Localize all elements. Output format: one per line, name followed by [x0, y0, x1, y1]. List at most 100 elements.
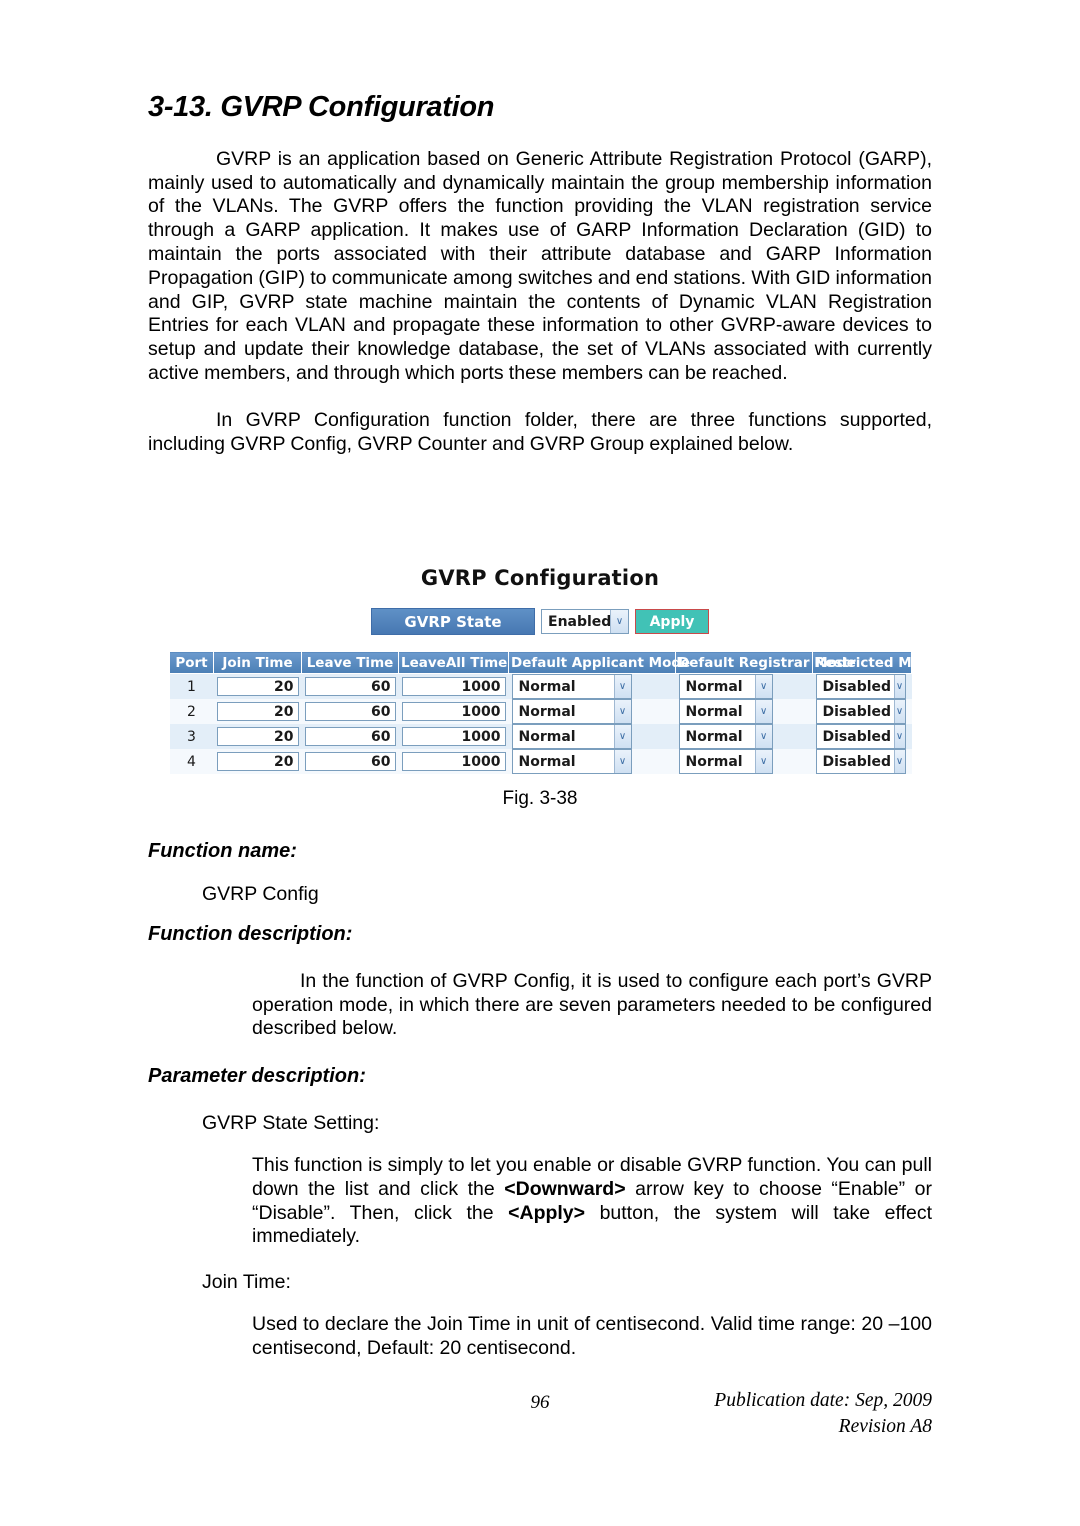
publication-block: Publication date: Sep, 2009 Revision A8 — [714, 1388, 932, 1440]
page-title: 3-13. GVRP Configuration — [148, 91, 495, 123]
document-content: 3-13. GVRP Configuration GVRP is an appl… — [148, 0, 932, 456]
restricted-mode-select[interactable]: Disabled ∨ — [815, 749, 906, 774]
parameter-description-heading: Parameter description: — [148, 1065, 366, 1088]
restricted-mode-select[interactable]: Disabled ∨ — [815, 674, 906, 699]
join-time-input[interactable]: 20 — [216, 752, 299, 771]
column-header-restricted-mode: Restricted Mode — [812, 651, 940, 674]
param-gvrp-state-text: This function is simply to let you enabl… — [148, 1136, 932, 1249]
leave-time-input[interactable]: 60 — [304, 752, 396, 771]
apply-button[interactable]: Apply — [635, 609, 709, 634]
chevron-down-icon: ∨ — [610, 610, 628, 633]
leave-time-input[interactable]: 60 — [304, 702, 396, 721]
restricted-mode-cell: Disabled ∨ — [812, 724, 912, 749]
leave-time-input[interactable]: 60 — [304, 727, 396, 746]
default-applicant-mode-select[interactable]: Normal ∨ — [511, 749, 632, 774]
default-registrar-mode-select[interactable]: Normal ∨ — [678, 674, 773, 699]
port-settings-table: Port Join Time Leave Time LeaveAll Time … — [169, 651, 940, 774]
join-time-cell: 20 — [213, 673, 302, 699]
intro-paragraph-2: In GVRP Configuration function folder, t… — [148, 408, 932, 455]
param-gvrp-state-label: GVRP State Setting: — [202, 1112, 380, 1135]
leaveall-time-cell: 1000 — [398, 724, 509, 749]
figure-caption: Fig. 3-38 — [502, 788, 578, 809]
gvrp-state-select[interactable]: Enabled ∨ — [541, 609, 629, 634]
restricted-mode-select[interactable]: Disabled ∨ — [815, 724, 906, 749]
default-applicant-mode-select[interactable]: Normal ∨ — [511, 674, 632, 699]
revision-label: Revision A8 — [838, 1416, 932, 1437]
leaveall-time-input[interactable]: 1000 — [401, 727, 506, 746]
join-time-cell: 20 — [213, 724, 302, 749]
restricted-mode-cell: Disabled ∨ — [812, 749, 912, 774]
leave-time-cell: 60 — [301, 699, 399, 724]
table-row: 2 20 60 1000 Normal ∨ Normal ∨ Disabled … — [169, 699, 912, 724]
restricted-mode-select[interactable]: Disabled ∨ — [815, 699, 906, 724]
table-row: 4 20 60 1000 Normal ∨ Normal ∨ Disabled … — [169, 749, 912, 774]
leaveall-time-input[interactable]: 1000 — [401, 752, 506, 771]
restricted-mode-cell: Disabled ∨ — [812, 699, 912, 724]
port-number: 3 — [169, 724, 214, 749]
registrar-mode-cell: Normal ∨ — [675, 673, 813, 699]
gvrp-state-row: GVRP State Enabled ∨ Apply — [169, 590, 911, 635]
column-header-default-registrar-mode: Default Registrar Mode — [675, 651, 856, 674]
port-number: 4 — [169, 749, 214, 774]
registrar-mode-cell: Normal ∨ — [675, 699, 813, 724]
join-time-input[interactable]: 20 — [216, 727, 299, 746]
gvrp-state-select-value: Enabled — [548, 613, 612, 630]
restricted-mode-value: Disabled — [822, 753, 892, 770]
default-applicant-mode-value: Normal — [518, 678, 576, 695]
leave-time-cell: 60 — [301, 724, 399, 749]
restricted-mode-value: Disabled — [822, 678, 892, 695]
function-name-value: GVRP Config — [202, 883, 319, 905]
chevron-down-icon: ∨ — [754, 675, 772, 698]
join-time-input[interactable]: 20 — [216, 702, 299, 721]
default-applicant-mode-value: Normal — [518, 728, 576, 745]
leaveall-time-cell: 1000 — [398, 699, 509, 724]
table-row: 3 20 60 1000 Normal ∨ Normal ∨ Disabled … — [169, 724, 912, 749]
leaveall-time-cell: 1000 — [398, 749, 509, 774]
default-registrar-mode-value: Normal — [685, 678, 743, 695]
registrar-mode-cell: Normal ∨ — [675, 724, 813, 749]
chevron-down-icon: ∨ — [893, 700, 905, 723]
function-description-text: In the function of GVRP Config, it is us… — [252, 969, 932, 1040]
chevron-down-icon: ∨ — [613, 700, 631, 723]
join-time-cell: 20 — [213, 749, 302, 774]
default-registrar-mode-select[interactable]: Normal ∨ — [678, 699, 773, 724]
function-name-heading: Function name: — [148, 840, 297, 862]
param-join-time-text: Used to declare the Join Time in unit of… — [252, 1312, 932, 1359]
leave-time-cell: 60 — [301, 749, 399, 774]
chevron-down-icon: ∨ — [754, 700, 772, 723]
default-applicant-mode-select[interactable]: Normal ∨ — [511, 699, 632, 724]
column-header-port: Port — [169, 651, 214, 674]
table-row: 1 20 60 1000 Normal ∨ Normal ∨ Disabled … — [169, 673, 912, 699]
registrar-mode-cell: Normal ∨ — [675, 749, 813, 774]
port-number: 1 — [169, 673, 214, 699]
leave-time-input[interactable]: 60 — [304, 677, 396, 696]
table-header-row: Port Join Time Leave Time LeaveAll Time … — [169, 651, 940, 674]
port-number: 2 — [169, 699, 214, 724]
column-header-leave-time: Leave Time — [301, 651, 399, 674]
applicant-mode-cell: Normal ∨ — [508, 673, 676, 699]
leaveall-time-input[interactable]: 1000 — [401, 702, 506, 721]
join-time-cell: 20 — [213, 699, 302, 724]
chevron-down-icon: ∨ — [754, 750, 772, 773]
function-description-heading: Function description: — [148, 922, 353, 945]
default-registrar-mode-select[interactable]: Normal ∨ — [678, 749, 773, 774]
default-applicant-mode-select[interactable]: Normal ∨ — [511, 724, 632, 749]
default-registrar-mode-value: Normal — [685, 728, 743, 745]
default-registrar-mode-value: Normal — [685, 753, 743, 770]
apply-keyword: <Apply> — [508, 1201, 586, 1224]
join-time-input[interactable]: 20 — [216, 677, 299, 696]
leave-time-cell: 60 — [301, 673, 399, 699]
applicant-mode-cell: Normal ∨ — [508, 699, 676, 724]
chevron-down-icon: ∨ — [893, 750, 905, 773]
chevron-down-icon: ∨ — [754, 725, 772, 748]
applicant-mode-cell: Normal ∨ — [508, 749, 676, 774]
leaveall-time-input[interactable]: 1000 — [401, 677, 506, 696]
default-registrar-mode-select[interactable]: Normal ∨ — [678, 724, 773, 749]
document-content-lower: Function name: GVRP Config Function desc… — [148, 840, 932, 1361]
applicant-mode-cell: Normal ∨ — [508, 724, 676, 749]
panel-title: GVRP Configuration — [420, 566, 660, 590]
intro-paragraph-1: GVRP is an application based on Generic … — [148, 147, 932, 385]
downward-keyword: <Downward> — [504, 1177, 626, 1200]
restricted-mode-value: Disabled — [822, 703, 892, 720]
document-page: 3-13. GVRP Configuration GVRP is an appl… — [0, 0, 1080, 1526]
